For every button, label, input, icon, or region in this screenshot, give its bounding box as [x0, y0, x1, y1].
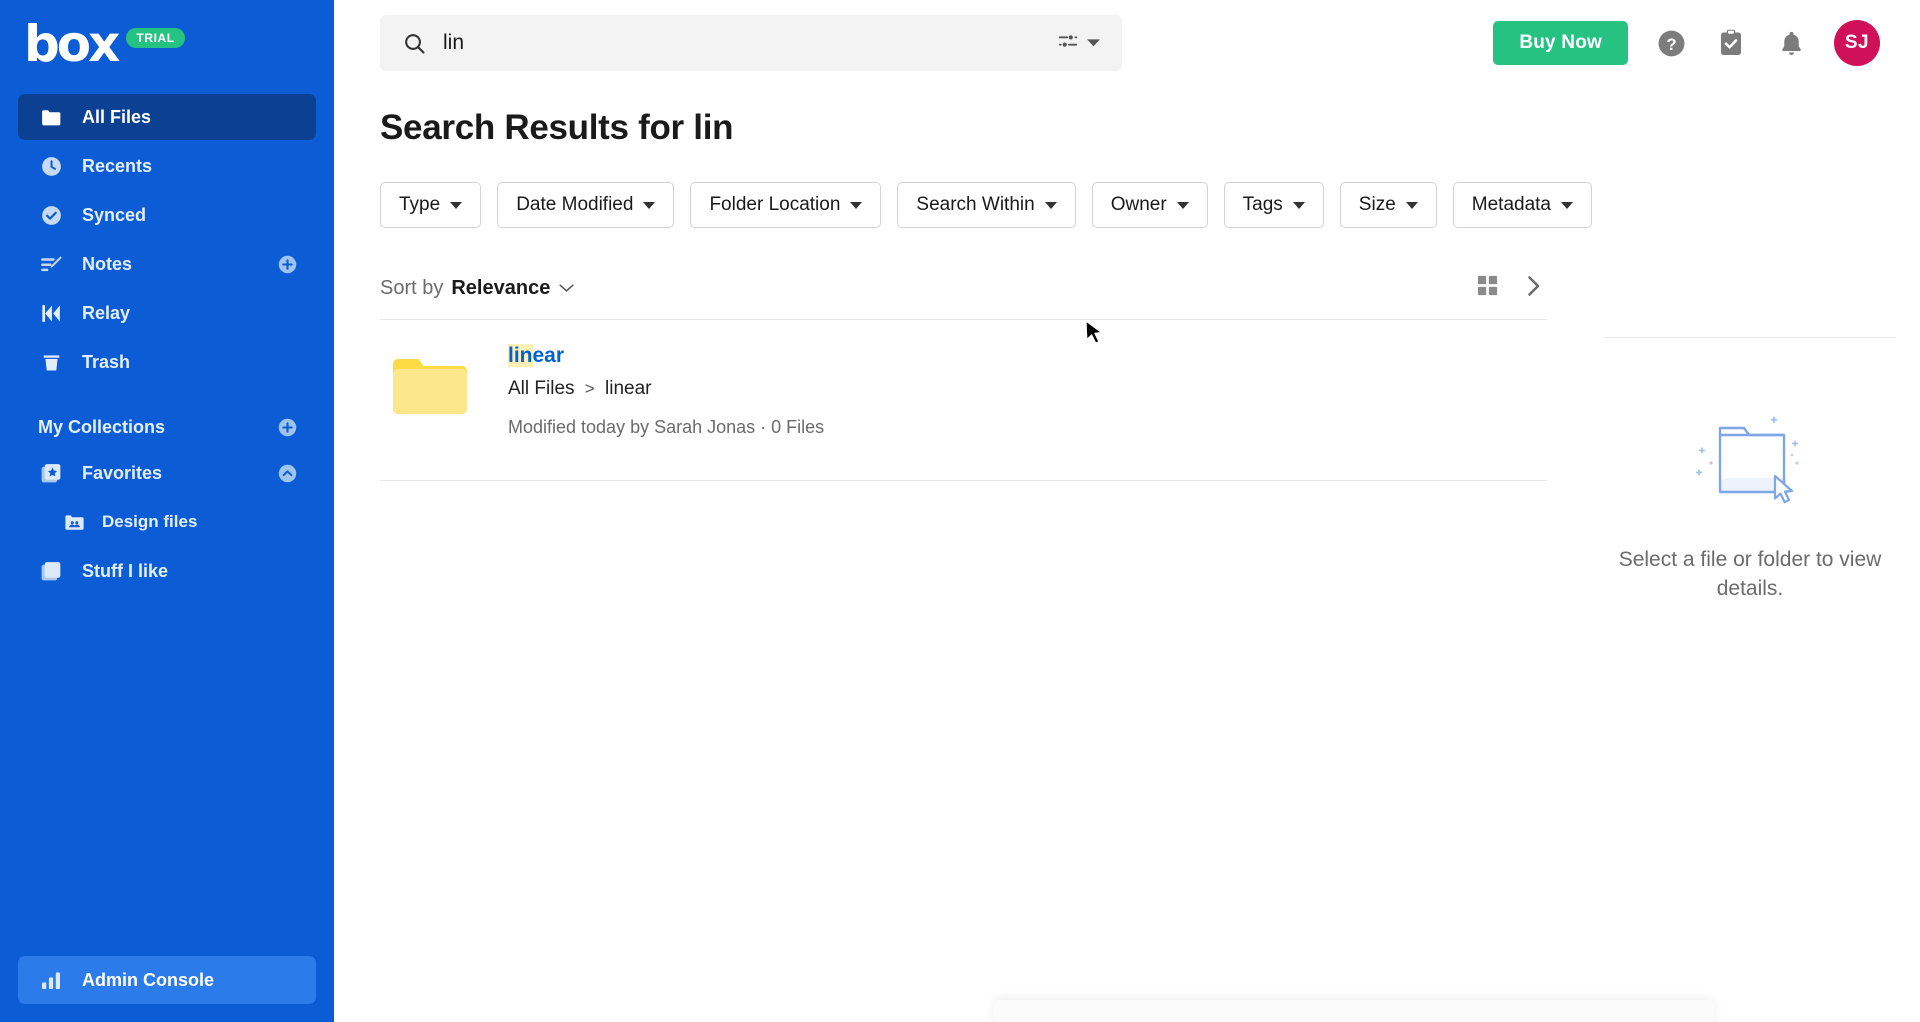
- sidebar-item-label: Favorites: [82, 462, 163, 483]
- sidebar-item-label: Relay: [82, 302, 131, 323]
- sort-by-value[interactable]: Relevance: [451, 277, 550, 300]
- details-panel: Select a file or folder to view details.: [1580, 0, 1920, 1022]
- notes-icon: [38, 251, 64, 277]
- breadcrumb-item-root[interactable]: All Files: [508, 378, 575, 399]
- grid-view-icon[interactable]: [1476, 274, 1499, 302]
- box-logo[interactable]: box: [24, 19, 120, 69]
- details-panel-divider: [1604, 337, 1896, 338]
- sidebar-logo-row: box TRIAL: [0, 0, 334, 84]
- sidebar-item-notes[interactable]: Notes: [18, 241, 316, 287]
- folder-icon: [38, 104, 64, 130]
- sidebar-item-label: Synced: [82, 204, 147, 225]
- sidebar-item-relay[interactable]: Relay: [18, 290, 316, 336]
- sidebar-item-label: Recents: [82, 155, 153, 176]
- filter-chip-owner[interactable]: Owner: [1091, 182, 1208, 228]
- sliders-icon: [1057, 30, 1079, 57]
- chip-label: Owner: [1110, 194, 1167, 215]
- favorites-icon: [38, 460, 64, 486]
- sidebar-item-label: Trash: [82, 351, 131, 372]
- sort-row: Sort by Relevance: [380, 273, 1547, 303]
- sidebar: box TRIAL All Files Recents Synced Notes…: [0, 0, 334, 1022]
- chevron-down-icon: [1044, 201, 1057, 209]
- shared-folder-icon: [62, 510, 86, 534]
- chevron-down-icon: [1405, 201, 1418, 209]
- folder-cursor-illustration-icon: [1688, 406, 1812, 519]
- chip-label: Date Modified: [516, 194, 634, 215]
- folder-icon: [380, 344, 480, 418]
- favorites-chevron-up-icon[interactable]: [276, 462, 298, 484]
- table-row[interactable]: linear All Files > linear Modified today…: [380, 320, 1547, 464]
- filter-chip-type[interactable]: Type: [380, 182, 482, 228]
- chip-label: Tags: [1242, 194, 1283, 215]
- filter-chip-search-within[interactable]: Search Within: [897, 182, 1076, 228]
- sidebar-item-stuff-i-like[interactable]: Stuff I like: [18, 548, 316, 594]
- section-title: My Collections: [38, 416, 166, 437]
- sidebar-item-recents[interactable]: Recents: [18, 143, 316, 189]
- chip-label: Type: [399, 194, 441, 215]
- filter-chip-folder-location[interactable]: Folder Location: [690, 182, 882, 228]
- details-empty-state: Select a file or folder to view details.: [1604, 406, 1896, 603]
- sidebar-nav: All Files Recents Synced Notes Relay Tra…: [0, 94, 334, 594]
- sidebar-item-all-files[interactable]: All Files: [18, 94, 316, 140]
- chevron-down-icon: [450, 201, 463, 209]
- chevron-down-icon: [643, 201, 656, 209]
- result-name-link[interactable]: linear: [508, 344, 564, 368]
- clock-icon: [38, 153, 64, 179]
- sidebar-item-favorites[interactable]: Favorites: [18, 450, 316, 496]
- chip-label: Metadata: [1471, 194, 1551, 215]
- add-collection-plus-icon[interactable]: [276, 416, 298, 438]
- result-meta: Modified today by Sarah Jonas · 0 Files: [508, 417, 825, 437]
- box-app-window: box TRIAL All Files Recents Synced Notes…: [0, 0, 1920, 1022]
- chevron-down-icon: [1292, 201, 1305, 209]
- filter-chip-metadata[interactable]: Metadata: [1452, 182, 1592, 228]
- relay-icon: [38, 300, 64, 326]
- result-name-highlight: lin: [508, 344, 533, 367]
- results-bottom-divider: [380, 480, 1547, 481]
- breadcrumb-item-current[interactable]: linear: [605, 378, 651, 399]
- trial-badge: TRIAL: [126, 28, 185, 48]
- sidebar-item-design-files[interactable]: Design files: [18, 499, 316, 545]
- filter-chip-tags[interactable]: Tags: [1223, 182, 1324, 228]
- sidebar-item-label: Stuff I like: [82, 560, 169, 581]
- sidebar-section-my-collections: My Collections: [18, 407, 316, 447]
- trash-icon: [38, 349, 64, 375]
- admin-console-button[interactable]: Admin Console: [18, 956, 316, 1004]
- chip-label: Search Within: [916, 194, 1035, 215]
- details-empty-text: Select a file or folder to view details.: [1618, 548, 1882, 600]
- result-details: linear All Files > linear Modified today…: [480, 344, 824, 438]
- chevron-down-icon: [1176, 201, 1189, 209]
- main-content: Buy Now ?: [334, 0, 1920, 1022]
- search-bar[interactable]: [380, 15, 1122, 71]
- chevron-down-icon[interactable]: [559, 283, 574, 293]
- bar-chart-icon: [38, 967, 64, 993]
- chevron-down-icon: [850, 201, 863, 209]
- sidebar-item-trash[interactable]: Trash: [18, 339, 316, 385]
- admin-console-label: Admin Console: [82, 969, 215, 990]
- sidebar-item-label: Notes: [82, 253, 133, 274]
- add-note-plus-icon[interactable]: [276, 253, 298, 275]
- sidebar-item-label: All Files: [82, 106, 152, 127]
- chip-label: Folder Location: [709, 194, 841, 215]
- chevron-down-icon: [1087, 34, 1100, 52]
- filter-chip-size[interactable]: Size: [1339, 182, 1437, 228]
- search-filter-button[interactable]: [1057, 30, 1100, 57]
- search-input[interactable]: [443, 31, 1057, 55]
- check-circle-icon: [38, 202, 64, 228]
- results-list-area: Sort by Relevance linear All Files > lin…: [380, 273, 1547, 481]
- chip-label: Size: [1358, 194, 1396, 215]
- collection-icon: [38, 558, 64, 584]
- bottom-toast-peek: [994, 1000, 1714, 1022]
- filter-chip-date-modified[interactable]: Date Modified: [497, 182, 675, 228]
- sidebar-item-label: Design files: [102, 512, 198, 531]
- chevron-right-icon[interactable]: [1525, 275, 1543, 302]
- sort-by-label: Sort by: [380, 276, 444, 299]
- search-icon: [402, 31, 427, 56]
- sidebar-item-synced[interactable]: Synced: [18, 192, 316, 238]
- view-tools: [1476, 274, 1547, 302]
- result-name-rest: ear: [532, 344, 565, 367]
- chevron-down-icon: [1561, 201, 1573, 209]
- breadcrumb: All Files > linear: [508, 378, 824, 400]
- breadcrumb-separator: >: [584, 379, 595, 398]
